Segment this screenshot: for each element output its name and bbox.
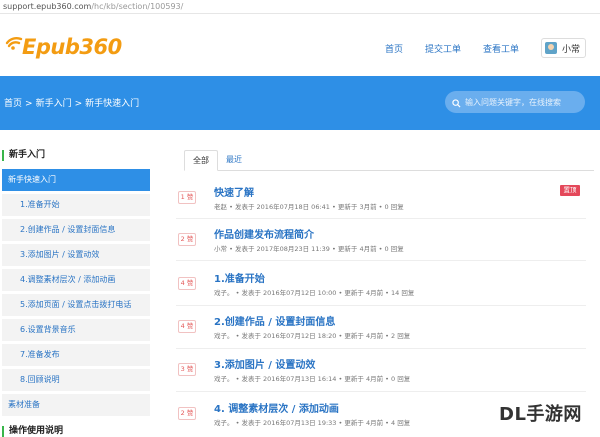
like-count-badge[interactable]: 3 赞 <box>178 363 196 376</box>
tab-bar: 全部 最近 <box>184 150 594 171</box>
post-meta: 戏子。 • 发表于 2016年07月13日 16:14 • 更新于 4月前 • … <box>214 375 411 383</box>
list-item: 3 赞 3.添加图片 / 设置动效 戏子。 • 发表于 2016年07月13日 … <box>176 352 586 392</box>
sidebar-item-article[interactable]: 5.添加页面 / 设置点击拨打电话 <box>2 294 150 316</box>
sidebar: 新手入门 新手快速入门 1.准备开始 2.创建作品 / 设置封面信息 3.添加图… <box>0 130 160 437</box>
like-count-badge[interactable]: 1 赞 <box>178 191 196 204</box>
address-path: /hc/kb/section/100593/ <box>91 2 184 11</box>
search-box[interactable] <box>445 91 585 113</box>
logo[interactable]: Epub360 <box>4 34 122 60</box>
sidebar-item-article[interactable]: 4.调整素材层次 / 添加动画 <box>2 269 150 291</box>
divider <box>176 348 586 349</box>
breadcrumb-current: 新手快速入门 <box>85 99 140 109</box>
like-count-badge[interactable]: 2 赞 <box>178 407 196 420</box>
post-meta: 戏子。 • 发表于 2016年07月12日 10:00 • 更新于 4月前 • … <box>214 289 415 297</box>
like-count-badge[interactable]: 4 赞 <box>178 320 196 333</box>
list-item: 4 赞 2.创建作品 / 设置封面信息 戏子。 • 发表于 2016年07月12… <box>176 309 586 349</box>
pinned-badge: 置顶 <box>560 185 580 196</box>
breadcrumb-newbie[interactable]: 新手入门 <box>36 99 72 109</box>
post-title[interactable]: 4. 调整素材层次 / 添加动画 <box>214 400 339 415</box>
list-item: 2 赞 作品创建发布流程简介 小常 • 发表于 2017年08月23日 11:3… <box>176 222 586 262</box>
sidebar-item-article[interactable]: 3.添加图片 / 设置动效 <box>2 244 150 266</box>
watermark: DL手游网 <box>499 404 582 425</box>
search-input[interactable] <box>465 97 580 107</box>
divider <box>176 218 586 219</box>
list-item: 4 赞 1.准备开始 戏子。 • 发表于 2016年07月12日 10:00 •… <box>176 266 586 306</box>
nav-submit-ticket[interactable]: 提交工单 <box>425 42 461 55</box>
sidebar-item-materials[interactable]: 素材准备 <box>2 394 150 416</box>
tab-recent[interactable]: 最近 <box>218 150 250 170</box>
divider <box>176 260 586 261</box>
tab-all[interactable]: 全部 <box>184 150 218 171</box>
post-title[interactable]: 3.添加图片 / 设置动效 <box>214 356 315 371</box>
sidebar-item-article[interactable]: 6.设置背景音乐 <box>2 319 150 341</box>
like-count-badge[interactable]: 2 赞 <box>178 233 196 246</box>
wifi-logo-icon <box>4 34 24 60</box>
user-menu[interactable]: 小常 <box>540 38 586 58</box>
post-title[interactable]: 1.准备开始 <box>214 270 265 285</box>
article-list-panel: 全部 最近 1 赞 快速了解 老赵 • 发表于 2016年07月18日 06:4… <box>176 130 600 436</box>
top-nav: 首页 提交工单 查看工单 小常 <box>385 38 600 58</box>
banner: 首页 > 新手入门 > 新手快速入门 <box>0 76 600 130</box>
address-bar[interactable]: support.epub360.com/hc/kb/section/100593… <box>0 0 600 14</box>
sidebar-item-quickstart[interactable]: 新手快速入门 <box>2 169 150 191</box>
breadcrumb-separator: > <box>74 99 83 109</box>
logo-text: Epub360 <box>22 35 122 59</box>
breadcrumb-home[interactable]: 首页 <box>4 99 22 109</box>
sidebar-section-title: 新手入门 <box>2 150 45 161</box>
user-name: 小常 <box>561 44 580 55</box>
list-item: 1 赞 快速了解 老赵 • 发表于 2016年07月18日 06:41 • 更新… <box>176 180 586 220</box>
divider <box>176 391 586 392</box>
address-host: support.epub360.com <box>3 2 92 11</box>
post-title[interactable]: 作品创建发布流程简介 <box>214 226 314 241</box>
post-title[interactable]: 快速了解 <box>214 184 254 199</box>
breadcrumb: 首页 > 新手入门 > 新手快速入门 <box>4 96 139 109</box>
post-meta: 老赵 • 发表于 2016年07月18日 06:41 • 更新于 3月前 • 0… <box>214 203 404 211</box>
sidebar-section-title-2[interactable]: 操作使用说明 <box>2 426 63 437</box>
sidebar-item-article[interactable]: 2.创建作品 / 设置封面信息 <box>2 219 150 241</box>
sidebar-item-article[interactable]: 7.准备发布 <box>2 344 150 366</box>
search-icon <box>452 93 461 112</box>
sidebar-item-article[interactable]: 8.回顾说明 <box>2 369 150 391</box>
like-count-badge[interactable]: 4 赞 <box>178 277 196 290</box>
sidebar-item-article[interactable]: 1.准备开始 <box>2 194 150 216</box>
post-meta: 戏子。 • 发表于 2016年07月12日 18:20 • 更新于 4月前 • … <box>214 332 411 340</box>
nav-home[interactable]: 首页 <box>385 42 403 55</box>
post-meta: 小常 • 发表于 2017年08月23日 11:39 • 更新于 4月前 • 0… <box>214 245 404 253</box>
site-header: Epub360 首页 提交工单 查看工单 小常 <box>0 14 600 76</box>
post-meta: 戏子。 • 发表于 2016年07月13日 19:33 • 更新于 4月前 • … <box>214 419 411 427</box>
divider <box>176 305 586 306</box>
sidebar-list: 新手快速入门 1.准备开始 2.创建作品 / 设置封面信息 3.添加图片 / 设… <box>2 169 150 419</box>
nav-view-tickets[interactable]: 查看工单 <box>483 42 519 55</box>
post-title[interactable]: 2.创建作品 / 设置封面信息 <box>214 313 335 328</box>
avatar <box>544 42 557 54</box>
breadcrumb-separator: > <box>25 99 33 109</box>
